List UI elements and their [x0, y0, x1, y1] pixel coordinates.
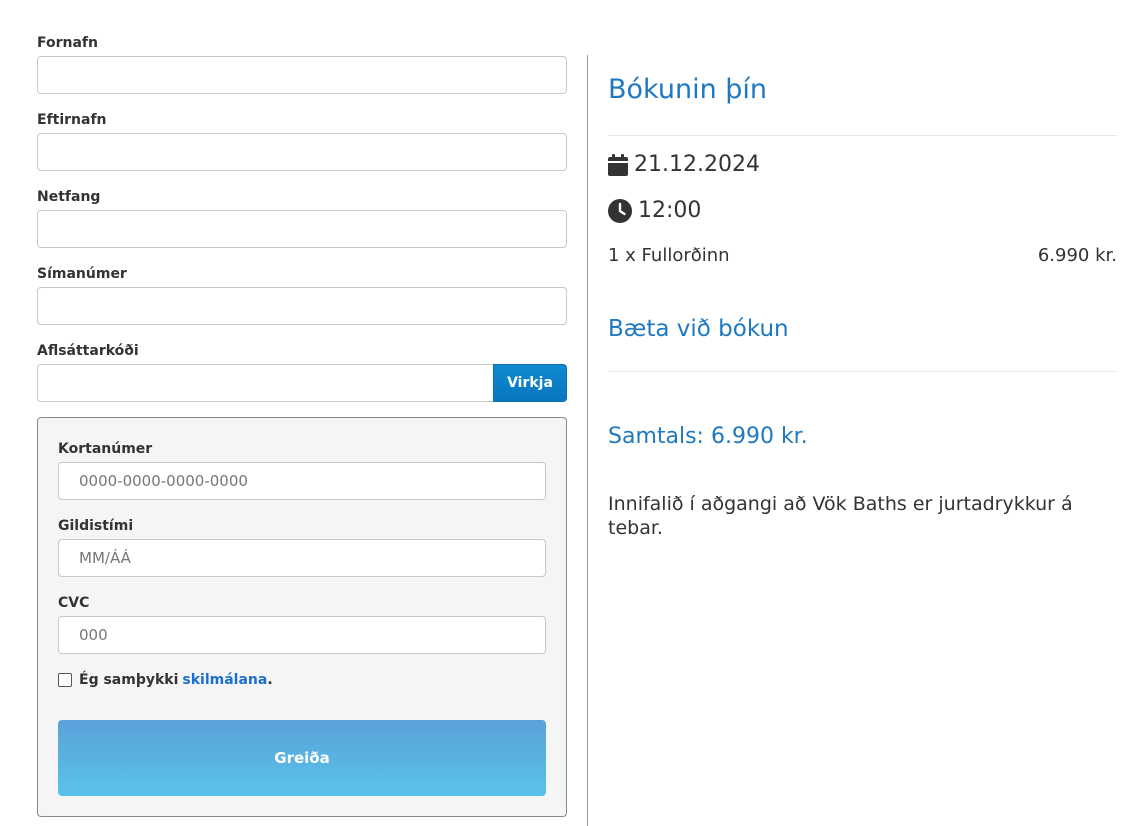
expiry-field[interactable]: MM/ÁÁ	[58, 539, 546, 577]
summary-title: Bókunin þín	[608, 74, 768, 105]
terms-link[interactable]: skilmálana	[182, 672, 267, 688]
cvc-field[interactable]: 000	[58, 616, 546, 654]
booking-date: 21.12.2024	[608, 152, 760, 177]
terms-checkbox[interactable]	[58, 673, 72, 687]
add-booking-link[interactable]: Bæta við bókun	[608, 316, 789, 342]
last-name-field[interactable]	[37, 133, 567, 171]
pay-button[interactable]: Greiða	[58, 720, 546, 796]
line-item: 1 x Fullorðinn 6.990 kr.	[608, 245, 1117, 266]
card-number-field[interactable]: 0000-0000-0000-0000	[58, 462, 546, 500]
booking-time: 12:00	[608, 198, 701, 223]
line-item-price: 6.990 kr.	[1037, 245, 1117, 266]
total-amount: Samtals: 6.990 kr.	[608, 424, 808, 449]
last-name-label: Eftirnafn	[37, 112, 107, 128]
included-note: Innifalið í aðgangi að Vök Baths er jurt…	[608, 493, 1073, 539]
email-label: Netfang	[37, 189, 101, 205]
booking-time-text: 12:00	[638, 198, 702, 223]
first-name-label: Fornafn	[37, 35, 98, 51]
phone-label: Símanúmer	[37, 266, 127, 282]
line-item-label: 1 x Fullorðinn	[608, 245, 730, 266]
phone-field[interactable]	[37, 287, 567, 325]
coupon-field[interactable]	[37, 364, 493, 402]
cvc-label: CVC	[58, 595, 90, 611]
terms-period: .	[267, 672, 273, 688]
terms-text: Ég samþykki	[79, 672, 179, 688]
card-number-label: Kortanúmer	[58, 441, 153, 457]
terms-row: Ég samþykki skilmálana .	[58, 672, 273, 688]
activate-coupon-button[interactable]: Virkja	[493, 364, 567, 402]
booking-date-text: 21.12.2024	[634, 152, 760, 177]
email-field[interactable]	[37, 210, 567, 248]
summary-divider-top	[608, 135, 1117, 136]
column-divider	[587, 55, 588, 826]
clock-icon	[608, 198, 632, 223]
coupon-label: Aflsáttarkóði	[37, 343, 139, 359]
calendar-icon	[608, 153, 628, 176]
first-name-field[interactable]	[37, 56, 567, 94]
expiry-label: Gildistími	[58, 518, 134, 534]
payment-panel: Kortanúmer 0000-0000-0000-0000 Gildistím…	[37, 417, 567, 817]
summary-divider-bottom	[608, 371, 1117, 372]
